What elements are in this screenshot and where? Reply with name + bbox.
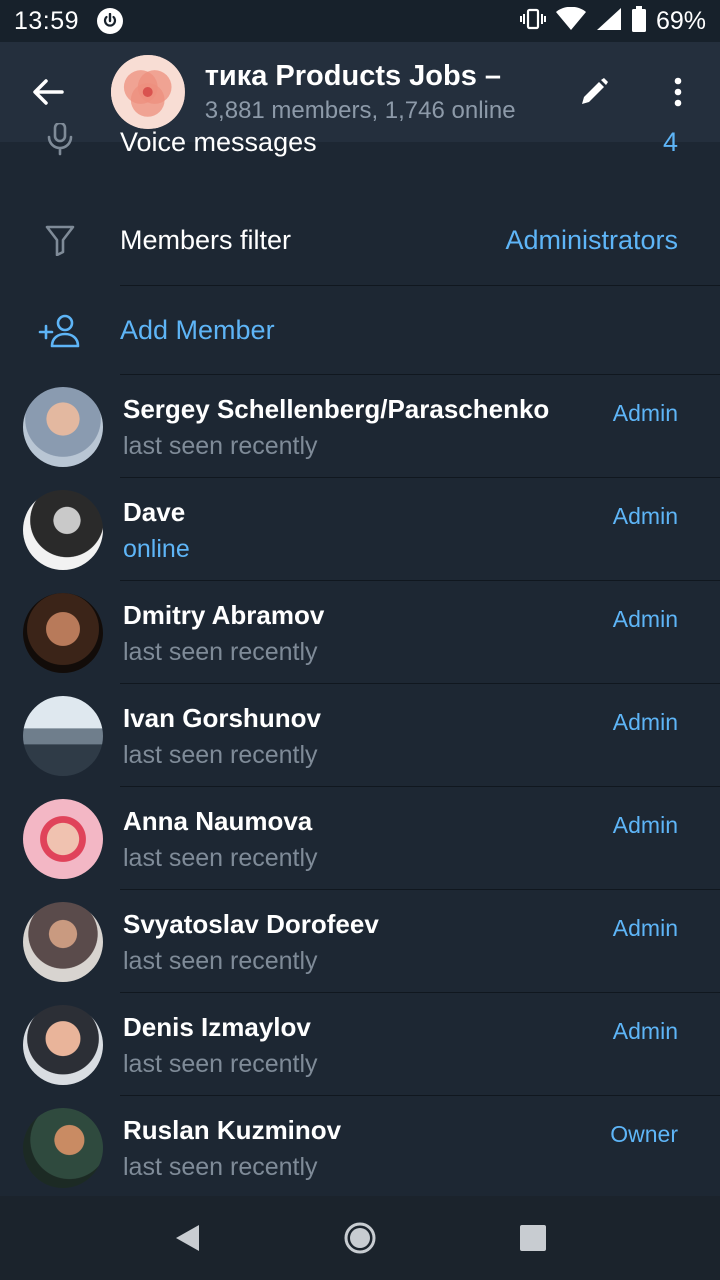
nav-back-icon — [175, 1225, 199, 1251]
status-time: 13:59 — [14, 6, 80, 35]
member-row[interactable]: Anna Naumova last seen recently Admin — [0, 787, 720, 890]
nav-recents-icon — [520, 1225, 547, 1251]
member-name: Denis Izmaylov — [123, 1011, 311, 1042]
status-bar: 13:59 69% — [0, 0, 720, 42]
chat-title-block[interactable]: тика Products Jobs – 3,881 members, 1,74… — [205, 58, 552, 126]
battery-icon — [631, 5, 646, 37]
member-status: last seen recently — [123, 843, 318, 872]
system-nav-bar — [0, 1196, 720, 1280]
wifi-icon — [555, 6, 586, 36]
vibrate-icon — [519, 8, 546, 35]
member-name: Dmitry Abramov — [123, 599, 325, 630]
member-role-badge: Admin — [612, 915, 678, 941]
filter-funnel-icon — [0, 224, 120, 256]
add-member-row[interactable]: Add Member — [0, 286, 720, 375]
add-member-label: Add Member — [120, 315, 275, 345]
avatar — [23, 1107, 103, 1188]
member-role-badge: Admin — [612, 1018, 678, 1044]
member-status: last seen recently — [123, 946, 318, 975]
microphone-icon — [0, 123, 120, 156]
battery-percent: 69% — [655, 6, 706, 35]
member-role-badge: Admin — [612, 400, 678, 426]
avatar — [23, 592, 103, 673]
voice-messages-row[interactable]: Voice messages 4 — [0, 123, 720, 157]
chat-header: тика Products Jobs – 3,881 members, 1,74… — [0, 42, 720, 142]
member-name: Ivan Gorshunov — [123, 702, 321, 733]
member-name: Dave — [123, 496, 186, 527]
member-row[interactable]: Svyatoslav Dorofeev last seen recently A… — [0, 890, 720, 993]
nav-recents-button[interactable] — [493, 1196, 573, 1280]
members-panel: Voice messages 4 Members filter Administ… — [0, 123, 720, 1199]
members-filter-row[interactable]: Members filter Administrators — [0, 194, 720, 286]
member-status: last seen recently — [123, 1152, 318, 1181]
member-role-badge: Admin — [612, 503, 678, 529]
signal-icon — [596, 7, 622, 36]
edit-pencil-icon — [582, 78, 609, 104]
member-status: last seen recently — [123, 1049, 318, 1078]
member-row[interactable]: Denis Izmaylov last seen recently Admin — [0, 993, 720, 1096]
avatar — [23, 386, 103, 467]
nav-home-icon — [344, 1222, 376, 1254]
voice-messages-value: 4 — [662, 126, 678, 157]
add-person-icon — [0, 314, 120, 348]
member-role-badge: Admin — [612, 709, 678, 735]
member-status: last seen recently — [123, 740, 318, 769]
member-row[interactable]: Dave online Admin — [0, 478, 720, 581]
member-role-badge: Owner — [610, 1121, 678, 1147]
member-role-badge: Admin — [612, 606, 678, 632]
avatar — [23, 489, 103, 570]
member-name: Svyatoslav Dorofeev — [123, 908, 379, 939]
member-name: Sergey Schellenberg/Paraschenko — [123, 393, 550, 424]
avatar — [23, 695, 103, 776]
edit-button[interactable] — [552, 42, 636, 142]
member-status: online — [123, 534, 190, 563]
power-icon — [97, 8, 124, 34]
avatar — [23, 798, 103, 879]
member-row[interactable]: Ivan Gorshunov last seen recently Admin — [0, 684, 720, 787]
member-status: last seen recently — [123, 431, 318, 460]
members-filter-label: Members filter — [120, 224, 292, 255]
member-row[interactable]: Ruslan Kuzminov last seen recently Owner — [0, 1096, 720, 1199]
chat-title: тика Products Jobs – — [204, 60, 502, 92]
nav-home-button[interactable] — [320, 1196, 400, 1280]
member-name: Anna Naumova — [123, 805, 313, 836]
voice-messages-label: Voice messages — [120, 126, 317, 157]
nav-back-button[interactable] — [147, 1196, 227, 1280]
member-row[interactable]: Dmitry Abramov last seen recently Admin — [0, 581, 720, 684]
member-role-badge: Admin — [612, 812, 678, 838]
avatar — [23, 901, 103, 982]
chat-avatar[interactable] — [111, 55, 185, 129]
member-status: last seen recently — [123, 637, 318, 666]
member-row[interactable]: Sergey Schellenberg/Paraschenko last see… — [0, 375, 720, 478]
more-vert-icon — [674, 77, 682, 107]
member-name: Ruslan Kuzminov — [123, 1114, 342, 1145]
chat-subtitle: 3,881 members, 1,746 online — [204, 97, 516, 124]
members-filter-value[interactable]: Administrators — [505, 225, 678, 256]
back-arrow-icon — [32, 79, 64, 105]
avatar — [23, 1004, 103, 1085]
more-button[interactable] — [636, 42, 720, 142]
